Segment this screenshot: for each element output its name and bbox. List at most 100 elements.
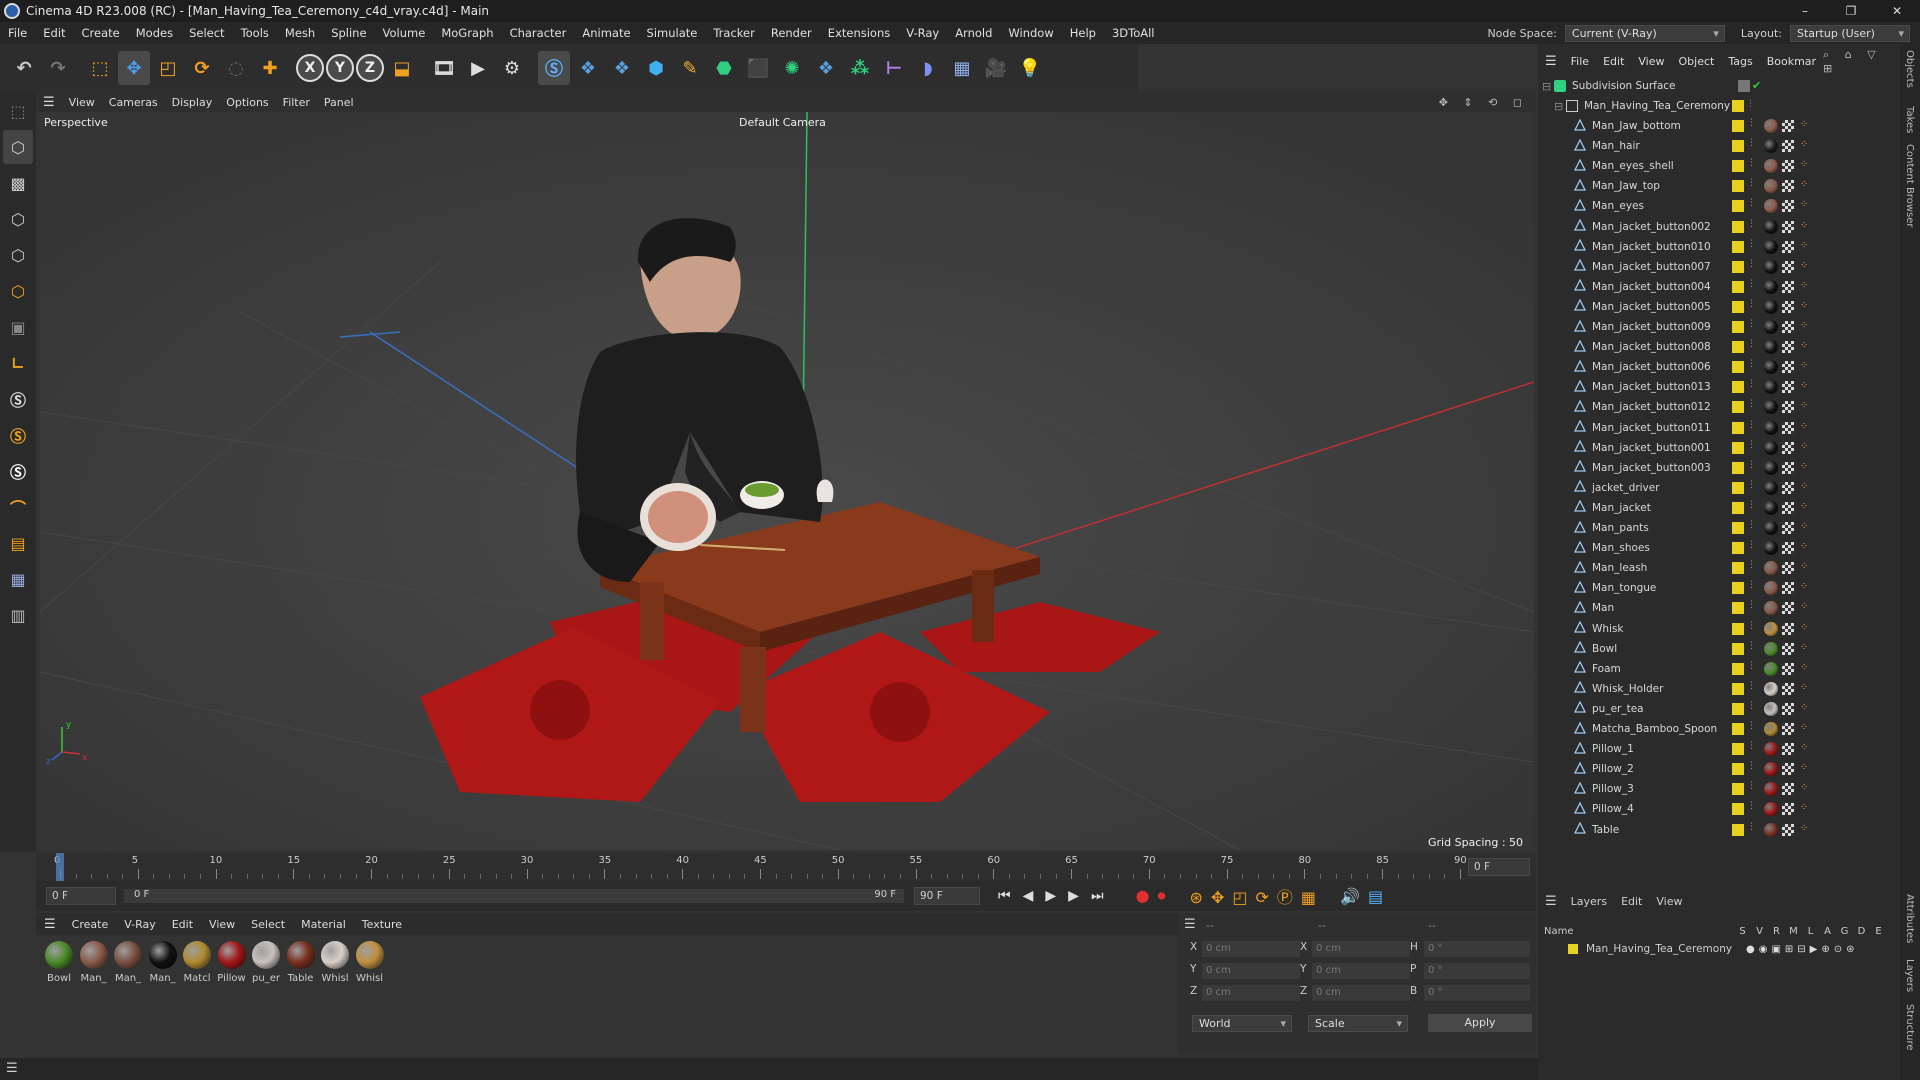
phong-tag-icon[interactable]: ⁘: [1800, 139, 1812, 151]
object-menu-edit[interactable]: Edit: [1596, 55, 1631, 68]
magnet-icon[interactable]: ⌒: [3, 490, 33, 524]
uvw-tag-icon[interactable]: [1782, 501, 1794, 514]
coord-space-dropdown[interactable]: World: [1192, 1015, 1292, 1032]
layers-column-header[interactable]: A: [1819, 926, 1836, 937]
viewport-menu-panel[interactable]: Panel: [317, 96, 361, 109]
layer-color-icon[interactable]: [1732, 300, 1744, 313]
phong-tag-icon[interactable]: ⁘: [1800, 199, 1812, 211]
uvw-tag-icon[interactable]: [1782, 682, 1794, 695]
material-swatch[interactable]: Table: [284, 941, 318, 984]
visibility-dots-icon[interactable]: ⋮: [1747, 540, 1759, 552]
material-tag-icon[interactable]: [1764, 219, 1778, 234]
material-menu-material[interactable]: Material: [293, 918, 354, 931]
material-tag-icon[interactable]: [1764, 380, 1778, 395]
material-tag-icon[interactable]: [1764, 722, 1778, 736]
tree-row-object[interactable]: Man_jacket_button004 ⋮ ⁘: [1538, 277, 1900, 297]
side-tab-attributes[interactable]: Attributes: [1904, 894, 1915, 943]
frame-range-slider[interactable]: 0 F 90 F: [124, 889, 904, 903]
tree-row-object[interactable]: Man_eyes ⋮ ⁘: [1538, 196, 1900, 216]
viewport-camera-label[interactable]: Default Camera: [739, 116, 826, 129]
material-menu-view[interactable]: View: [201, 918, 243, 931]
coord-mode-dropdown[interactable]: Scale: [1308, 1015, 1408, 1032]
layer-color-icon[interactable]: [1732, 783, 1744, 796]
tree-row-object[interactable]: Pillow_4 ⋮ ⁘: [1538, 799, 1900, 819]
tree-row-root[interactable]: ⊟ Subdivision Surface ✔: [1538, 76, 1900, 96]
render-settings-icon[interactable]: ⚙: [496, 51, 528, 85]
y-axis-icon[interactable]: Y: [326, 54, 354, 82]
uvw-tag-icon[interactable]: [1782, 823, 1794, 836]
prev-key-icon[interactable]: ◀: [1023, 888, 1046, 904]
visibility-dots-icon[interactable]: ⋮: [1746, 99, 1758, 111]
tree-row-object[interactable]: Man_jacket_button007 ⋮ ⁘: [1538, 257, 1900, 277]
viewport-menu-filter[interactable]: Filter: [276, 96, 317, 109]
uvw-tag-icon[interactable]: [1782, 240, 1794, 253]
phong-tag-icon[interactable]: ⁘: [1800, 421, 1812, 433]
mograph-icon[interactable]: ⁂: [844, 51, 876, 85]
tree-row-object[interactable]: Man_eyes_shell ⋮ ⁘: [1538, 156, 1900, 176]
scale-icon[interactable]: ◰: [152, 51, 184, 85]
coord-position-field[interactable]: 0 cm: [1202, 941, 1300, 957]
visibility-dots-icon[interactable]: ⋮: [1747, 761, 1759, 773]
phong-tag-icon[interactable]: ⁘: [1800, 501, 1812, 513]
phong-tag-icon[interactable]: ⁘: [1800, 179, 1812, 191]
object-menu-tags[interactable]: Tags: [1721, 55, 1759, 68]
material-tag-icon[interactable]: [1764, 159, 1778, 174]
layer-color-icon[interactable]: [1732, 180, 1744, 193]
visibility-dots-icon[interactable]: ⋮: [1747, 600, 1759, 612]
layer-color-icon[interactable]: [1732, 421, 1744, 434]
phong-tag-icon[interactable]: ⁘: [1800, 300, 1812, 312]
visibility-dots-icon[interactable]: ⋮: [1747, 198, 1759, 210]
layer-color-icon[interactable]: [1732, 622, 1744, 635]
rotate-icon[interactable]: ⟳: [186, 51, 218, 85]
visibility-dots-icon[interactable]: ⋮: [1747, 801, 1759, 813]
play-icon[interactable]: ▶: [1045, 888, 1068, 904]
snap-orange-icon[interactable]: Ⓢ: [3, 418, 33, 452]
material-tag-icon[interactable]: [1764, 701, 1778, 716]
tree-row-object[interactable]: Man ⋮ ⁘: [1538, 598, 1900, 618]
layer-color-icon[interactable]: [1732, 803, 1744, 816]
material-tag-icon[interactable]: [1764, 139, 1778, 154]
python-icon[interactable]: ❖: [572, 51, 604, 85]
visibility-dots-icon[interactable]: ⋮: [1747, 781, 1759, 793]
material-tag-icon[interactable]: [1764, 340, 1778, 355]
layer-color-icon[interactable]: [1732, 260, 1744, 273]
layer-color-icon[interactable]: [1732, 522, 1744, 534]
side-tab-layers[interactable]: Layers: [1904, 959, 1915, 992]
uvw-tag-icon[interactable]: [1782, 723, 1794, 735]
material-swatch[interactable]: Whisl: [353, 941, 387, 984]
tree-row-object[interactable]: Man_hair ⋮ ⁘: [1538, 136, 1900, 156]
layer-color-icon[interactable]: [1732, 743, 1744, 756]
visibility-dots-icon[interactable]: ⋮: [1747, 560, 1759, 572]
material-tag-icon[interactable]: [1764, 621, 1778, 636]
uvw-tag-icon[interactable]: [1782, 522, 1794, 534]
visibility-dots-icon[interactable]: ⋮: [1747, 822, 1759, 834]
material-menu-select[interactable]: Select: [243, 918, 293, 931]
menu-3dtoall[interactable]: 3DToAll: [1104, 26, 1163, 40]
layers-column-header[interactable]: E: [1870, 926, 1887, 937]
visibility-dots-icon[interactable]: ⋮: [1747, 641, 1759, 653]
apply-button[interactable]: Apply: [1428, 1014, 1532, 1032]
menu-select[interactable]: Select: [181, 26, 232, 40]
key-position-icon[interactable]: ✥: [1211, 888, 1232, 907]
vray-icon[interactable]: Ⓢ: [538, 51, 570, 85]
cube-icon[interactable]: ⬢: [640, 51, 672, 85]
phong-tag-icon[interactable]: ⁘: [1800, 782, 1812, 794]
workplane-icon[interactable]: ▤: [3, 526, 33, 560]
object-menu-view[interactable]: View: [1631, 55, 1671, 68]
phong-tag-icon[interactable]: ⁘: [1800, 823, 1812, 835]
visibility-dots-icon[interactable]: ⋮: [1747, 621, 1759, 633]
key-param-icon[interactable]: Ⓟ: [1277, 888, 1301, 907]
layer-color-icon[interactable]: [1732, 662, 1744, 675]
material-tag-icon[interactable]: [1764, 601, 1778, 616]
coords-hamburger-icon[interactable]: ☰: [1184, 917, 1196, 932]
material-tag-icon[interactable]: [1764, 400, 1778, 415]
uvw-tag-icon[interactable]: [1782, 140, 1794, 153]
visibility-dots-icon[interactable]: ⋮: [1747, 741, 1759, 753]
layers-column-header[interactable]: R: [1768, 926, 1785, 937]
layer-color-icon[interactable]: [1732, 642, 1744, 655]
layer-color-icon[interactable]: [1732, 401, 1744, 414]
visibility-dots-icon[interactable]: ⋮: [1747, 379, 1759, 391]
uvw-tag-icon[interactable]: [1782, 803, 1794, 816]
tree-row-object[interactable]: Man_jacket ⋮ ⁘: [1538, 498, 1900, 518]
visibility-dots-icon[interactable]: ⋮: [1747, 339, 1759, 351]
